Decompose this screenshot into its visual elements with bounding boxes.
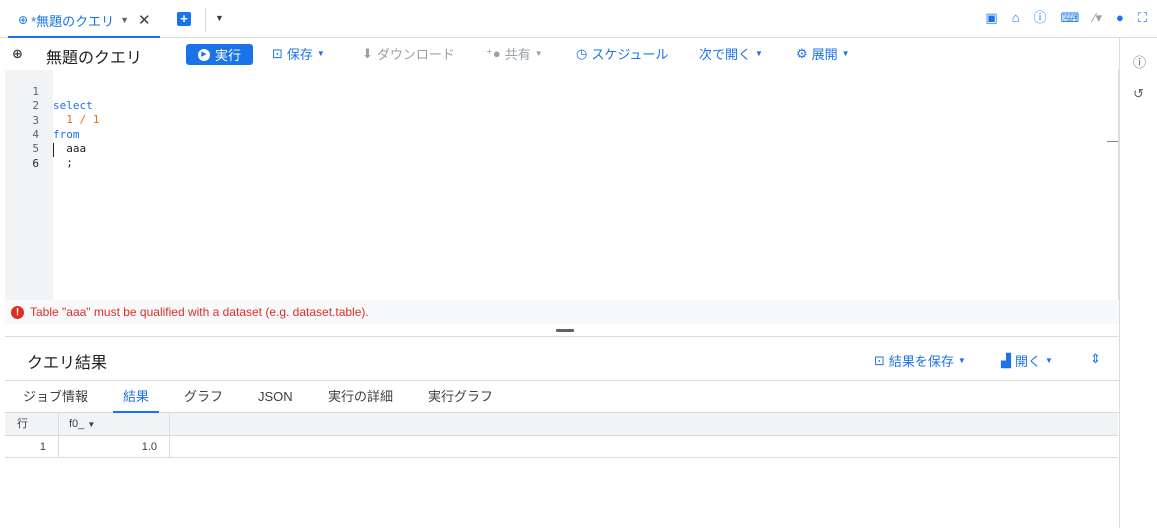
schedule-label: スケジュール <box>591 47 669 62</box>
download-button[interactable]: ⬇ ダウンロード <box>362 44 455 63</box>
run-label: 実行 <box>214 48 241 63</box>
open-in-button[interactable]: 次で開く ▼ <box>699 44 763 63</box>
sql-editor[interactable]: 1 select 2 1 / 1 3 from 4 aaa 5 ; 6 <box>5 70 1119 300</box>
expand-collapse-icon[interactable]: ⇕ <box>1090 351 1101 367</box>
close-tab-icon[interactable]: ✕ <box>138 11 151 29</box>
version-history-icon[interactable]: ↺ <box>1133 86 1144 102</box>
schedule-button[interactable]: ◷ スケジュール <box>576 44 668 63</box>
tab-menu-chevron-icon[interactable]: ▼ <box>120 15 129 25</box>
tab-divider <box>205 8 206 32</box>
tab-json[interactable]: JSON <box>258 381 293 413</box>
save-icon: ⊡ <box>874 352 885 368</box>
chevron-down-icon: ▼ <box>316 49 325 58</box>
share-label: 共有 <box>504 47 531 62</box>
chart-icon: ▟ <box>1001 352 1011 368</box>
chevron-down-icon: ▼ <box>957 356 966 365</box>
share-button[interactable]: ⁺● 共有 ▼ <box>486 44 543 63</box>
line-number: 6 <box>32 157 39 170</box>
keyboard-icon[interactable]: ⌨ <box>1061 10 1080 26</box>
pane-resize-handle[interactable] <box>556 329 574 332</box>
clock-icon: ◷ <box>576 45 588 61</box>
results-table: 行 f0_ ▼ 1 1.0 <box>5 413 1118 459</box>
editor-line: 2 1 / 1 <box>5 85 99 126</box>
editor-line: 5 ; <box>5 128 73 169</box>
right-side-rail: ⓘ ↺ <box>1119 38 1157 528</box>
play-icon: ▶ <box>197 48 210 61</box>
open-in-new-window-icon[interactable]: ▣ <box>985 10 997 26</box>
query-toolbar: ⊕ 無題のクエリ ▶ 実行 ⊡ 保存 ▼ ⬇ ダウンロード ⁺● 共有 ▼ ◷ … <box>0 38 1119 70</box>
row-number-cell: 1 <box>5 436 59 457</box>
tab-chart[interactable]: グラフ <box>184 381 223 413</box>
error-icon: ! <box>11 305 24 319</box>
tab-execution-details[interactable]: 実行の詳細 <box>328 381 393 413</box>
magic-wand-icon[interactable]: ⁄▾ <box>1093 10 1102 26</box>
share-person-icon: ⁺● <box>486 45 501 61</box>
line-code: ; <box>53 156 73 169</box>
info-icon[interactable]: ⓘ <box>1034 10 1047 26</box>
run-button[interactable]: ▶ 実行 <box>186 44 253 65</box>
deploy-label: 展開 <box>811 47 838 62</box>
column-header-f0[interactable]: f0_ ▼ <box>59 413 170 435</box>
chevron-down-icon: ▼ <box>534 49 543 58</box>
table-header-row: 行 f0_ ▼ <box>5 413 1118 436</box>
save-button[interactable]: ⊡ 保存 ▼ <box>272 44 325 63</box>
tab-results[interactable]: 結果 <box>113 381 160 413</box>
tab-execution-graph[interactable]: 実行グラフ <box>428 381 493 413</box>
tab-list-dropdown-icon[interactable]: ▼ <box>215 13 224 23</box>
text-cursor <box>53 143 54 157</box>
query-icon: ⊕ <box>18 13 29 27</box>
tab-strip: ⊕ *無題のクエリ ▼ ✕ + ▼ ▣ ⌂ ⓘ ⌨ ⁄▾ ● ⛶ <box>0 0 1157 38</box>
tab-untitled-query[interactable]: ⊕ *無題のクエリ ▼ ✕ <box>8 4 160 38</box>
open-results-label: 開く <box>1015 354 1042 369</box>
query-info-icon[interactable]: ⓘ <box>1133 52 1146 71</box>
sort-chevron-icon: ▼ <box>87 420 96 429</box>
query-title: 無題のクエリ <box>46 50 143 67</box>
line-code: 1 / 1 <box>53 113 100 126</box>
chevron-down-icon: ▼ <box>841 49 850 58</box>
download-icon: ⬇ <box>362 45 373 61</box>
editor-line: 3 from <box>5 100 79 141</box>
results-tabs: ジョブ情報 結果 グラフ JSON 実行の詳細 実行グラフ <box>5 380 1119 413</box>
results-title: クエリ結果 <box>27 355 108 372</box>
home-icon[interactable]: ⌂ <box>1012 10 1020 26</box>
column-header-row-number: 行 <box>5 413 59 435</box>
open-in-label: 次で開く <box>699 47 752 62</box>
query-logo-icon: ⊕ <box>12 46 23 61</box>
error-message: Table "aaa" must be qualified with a dat… <box>30 305 369 319</box>
table-row: 1 1.0 <box>5 436 1118 458</box>
download-label: ダウンロード <box>376 47 455 62</box>
top-right-icons: ▣ ⌂ ⓘ ⌨ ⁄▾ ● ⛶ <box>985 10 1147 26</box>
line-code: aaa <box>53 142 87 155</box>
deploy-button[interactable]: ⚙ 展開 ▼ <box>796 44 850 63</box>
save-label: 保存 <box>286 47 313 62</box>
save-results-button[interactable]: ⊡ 結果を保存 ▼ <box>874 351 966 370</box>
tab-job-info[interactable]: ジョブ情報 <box>23 381 88 413</box>
value-cell: 1.0 <box>59 436 170 457</box>
validation-error-bar: ! Table "aaa" must be qualified with a d… <box>5 300 1119 324</box>
gear-icon: ⚙ <box>796 45 808 61</box>
open-results-button[interactable]: ▟ 開く ▼ <box>1001 351 1053 370</box>
fullscreen-icon[interactable]: ⛶ <box>1138 10 1147 26</box>
chevron-down-icon: ▼ <box>1045 356 1053 365</box>
new-tab-plus-icon[interactable]: + <box>177 12 191 26</box>
line-code: from <box>53 128 80 141</box>
query-results-header: クエリ結果 ⊡ 結果を保存 ▼ ▟ 開く ▼ ⇕ <box>5 336 1119 380</box>
chevron-down-icon: ▼ <box>755 49 763 58</box>
editor-line: 1 select <box>5 71 92 112</box>
bigquery-workspace: ⊕ *無題のクエリ ▼ ✕ + ▼ ▣ ⌂ ⓘ ⌨ ⁄▾ ● ⛶ ⓘ ↺ ⊕ 無… <box>0 0 1157 528</box>
editor-scroll-marker <box>1107 141 1118 142</box>
save-results-label: 結果を保存 <box>888 354 954 369</box>
line-code: select <box>53 99 93 112</box>
editor-line: 6 <box>5 143 45 170</box>
lightbulb-icon[interactable]: ● <box>1116 10 1124 26</box>
tab-label: *無題のクエリ <box>31 13 115 29</box>
save-icon: ⊡ <box>272 45 283 61</box>
editor-line: 4 aaa <box>5 114 86 155</box>
